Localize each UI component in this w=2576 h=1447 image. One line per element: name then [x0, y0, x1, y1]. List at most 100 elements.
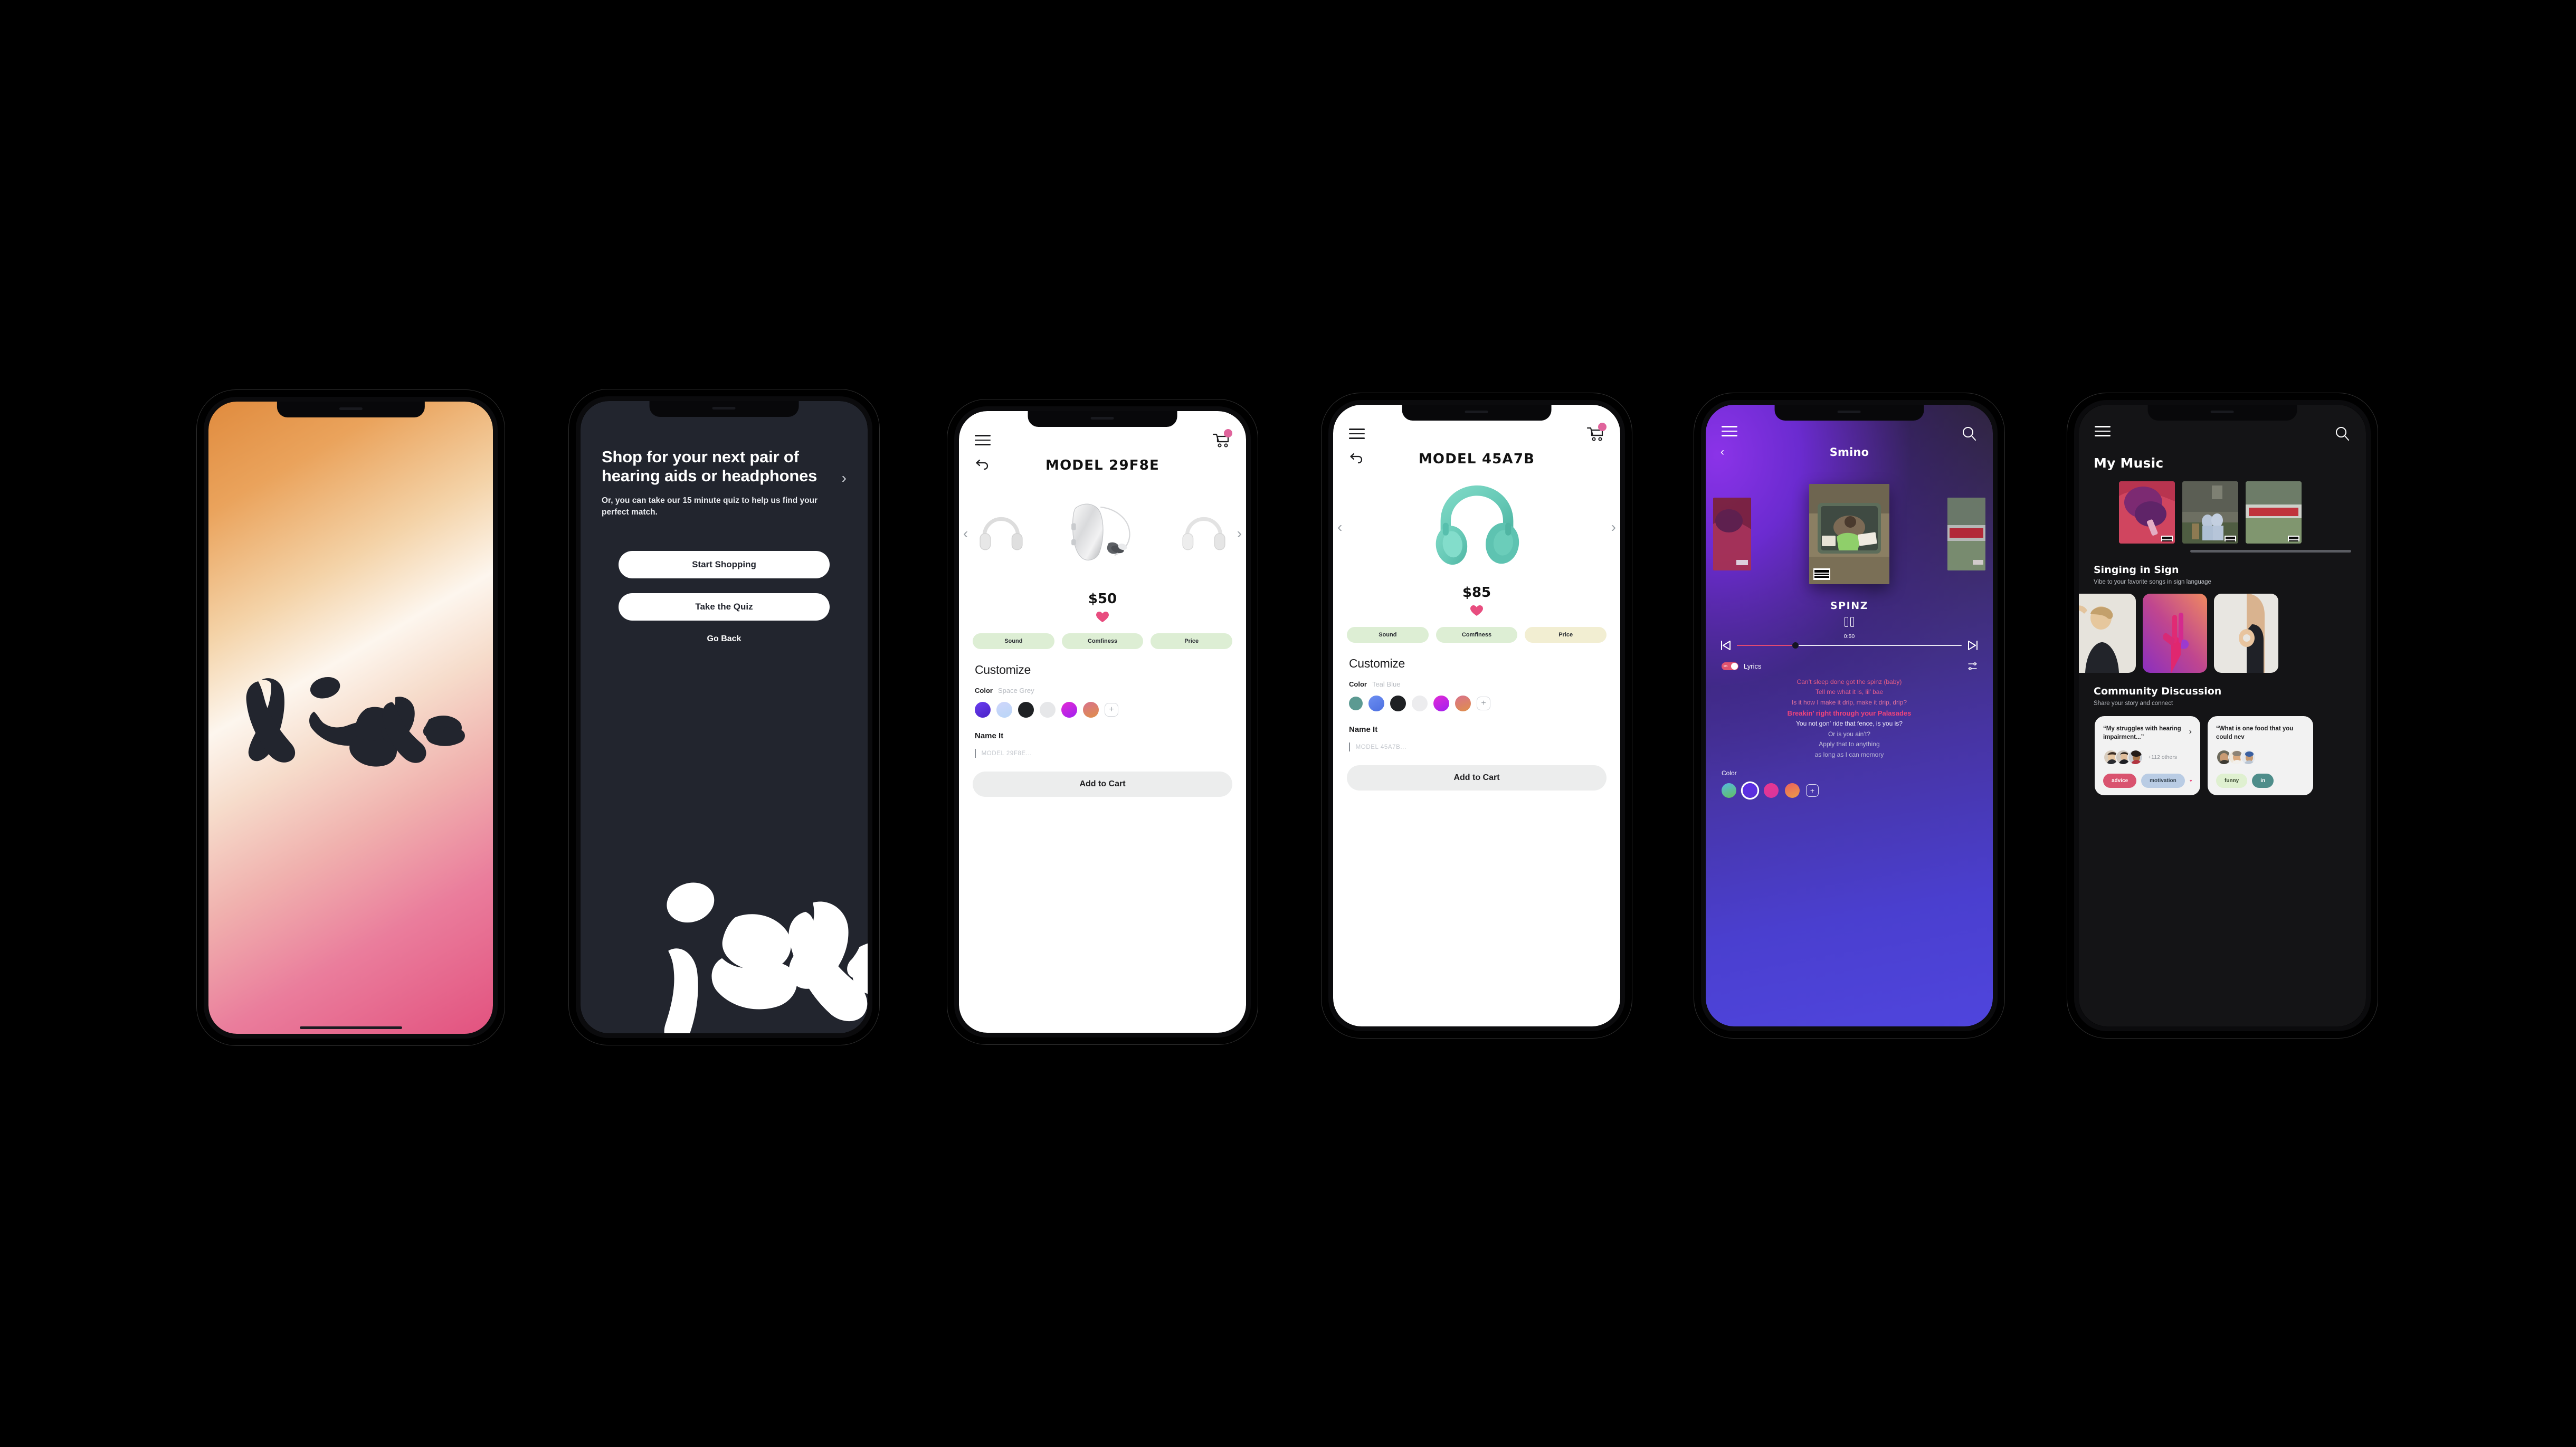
color-swatch-row[interactable]: + [975, 702, 1230, 718]
swatch-aqua-green[interactable] [1722, 783, 1736, 798]
skip-back-icon[interactable] [1720, 641, 1731, 650]
heart-icon[interactable] [2189, 775, 2192, 786]
others-count: +112 others [2148, 754, 2177, 760]
feature-pill-price[interactable]: Price [1151, 633, 1233, 649]
skip-forward-icon[interactable] [1967, 641, 1978, 650]
swatch-teal[interactable] [1349, 697, 1363, 710]
chevron-right-icon[interactable]: › [2189, 728, 2192, 736]
feature-pill-comfiness[interactable]: Comfiness [1061, 633, 1144, 649]
discussion-card[interactable]: “My struggles with hearing impairment...… [2095, 716, 2200, 795]
album-card[interactable] [2119, 481, 2175, 544]
add-to-cart-button[interactable]: Add to Cart [973, 772, 1232, 797]
swatch-black[interactable] [1390, 696, 1406, 711]
feature-pill-price[interactable]: Price [1525, 627, 1607, 643]
name-it-label: Name It [1349, 725, 1378, 734]
search-icon[interactable] [1961, 426, 1977, 442]
add-color-button[interactable]: + [1806, 784, 1819, 797]
carousel-next-icon[interactable]: › [1237, 525, 1242, 542]
album-carousel[interactable] [2079, 471, 2366, 544]
community-discussion-carousel[interactable]: “My struggles with hearing impairment...… [2079, 707, 2366, 795]
phone-1-splash [197, 390, 505, 1045]
product-hero-carousel[interactable]: ‹ › [959, 477, 1246, 590]
mixer-settings-icon[interactable] [1968, 662, 1977, 671]
swatch-magenta[interactable] [1061, 702, 1077, 718]
swatch-sunset[interactable] [1455, 696, 1471, 711]
feature-pill-sound[interactable]: Sound [1347, 627, 1429, 643]
product-screen: MODEL 29F8E ‹ › $50 Sound Comfiness Pric… [959, 411, 1246, 1033]
singing-in-sign-carousel[interactable] [2079, 585, 2366, 673]
tag-row: advice motivation [2103, 773, 2192, 788]
sign-video-card[interactable] [2079, 594, 2136, 673]
swatch-black[interactable] [1018, 702, 1034, 718]
cart-icon[interactable] [1212, 429, 1232, 448]
hamburger-icon[interactable] [975, 435, 991, 445]
color-value: Space Grey [997, 687, 1034, 694]
name-it-placeholder: MODEL 29F8E... [981, 750, 1032, 757]
swatch-pink[interactable] [1764, 783, 1779, 798]
swatch-periwinkle[interactable] [996, 702, 1012, 718]
progress-slider[interactable] [1737, 642, 1962, 649]
tag-funny[interactable]: funny [2216, 773, 2248, 788]
discussion-quote: “What is one food that you could nev [2216, 726, 2294, 741]
swatch-purple[interactable] [975, 702, 991, 718]
lyrics-toggle[interactable]: On [1722, 662, 1738, 670]
swatch-white[interactable] [1412, 696, 1428, 711]
feature-pill-comfiness[interactable]: Comfiness [1436, 627, 1518, 643]
hearing-aid-product-image [1071, 503, 1130, 560]
player-color-section: Color + [1706, 760, 1993, 798]
tag-row: funny in [2216, 773, 2305, 788]
progress-knob[interactable] [1792, 642, 1799, 649]
add-color-button[interactable]: + [1105, 703, 1118, 717]
device-notch [649, 401, 799, 417]
tag-motivation[interactable]: motivation [2141, 773, 2185, 788]
add-color-button[interactable]: + [1477, 697, 1490, 710]
swatch-sunset[interactable] [1083, 702, 1099, 718]
carousel-prev-icon[interactable]: ‹ [963, 525, 968, 542]
discussion-card[interactable]: “What is one food that you could nev fun… [2208, 716, 2313, 795]
hamburger-icon[interactable] [2095, 426, 2111, 436]
album-card[interactable] [2182, 481, 2238, 544]
swatch-white[interactable] [1040, 702, 1056, 718]
start-shopping-button[interactable]: Start Shopping [619, 551, 830, 578]
hamburger-icon[interactable] [1349, 429, 1365, 439]
name-it-input[interactable]: MODEL 45A7B... [1349, 742, 1604, 751]
page-title: My Music [2094, 455, 2164, 471]
album-cover-prev[interactable] [1713, 498, 1751, 570]
hamburger-icon[interactable] [1722, 426, 1737, 436]
swatch-orange[interactable] [1785, 783, 1800, 798]
tag-advice[interactable]: advice [2103, 773, 2137, 788]
album-cover-next[interactable] [1947, 498, 1985, 570]
album-cover-current[interactable] [1809, 484, 1889, 584]
pause-button[interactable] [1706, 617, 1993, 627]
album-card[interactable] [2246, 481, 2302, 544]
carousel-prev-icon[interactable]: ‹ [1337, 519, 1342, 536]
color-swatch-row[interactable]: + [1349, 696, 1604, 711]
search-icon[interactable] [2334, 426, 2350, 442]
swatch-indigo-selected[interactable] [1743, 783, 1757, 798]
take-the-quiz-button[interactable]: Take the Quiz [619, 593, 830, 621]
artist-name: Smino [1829, 446, 1869, 459]
tag-truncated[interactable]: in [2252, 773, 2274, 788]
carousel-next-icon[interactable]: › [1611, 519, 1616, 536]
swatch-blue[interactable] [1368, 696, 1384, 711]
avatar-group: +112 others [2103, 749, 2192, 765]
go-back-link[interactable]: Go Back [602, 634, 847, 644]
feature-pill-sound[interactable]: Sound [973, 633, 1054, 649]
swatch-magenta[interactable] [1433, 696, 1449, 711]
sign-video-card-featured[interactable] [2143, 594, 2207, 673]
cart-icon[interactable] [1586, 423, 1607, 442]
heart-icon[interactable] [1470, 605, 1484, 616]
player-swatch-row[interactable]: + [1722, 783, 1977, 798]
sign-video-card[interactable] [2214, 594, 2278, 673]
heart-icon[interactable] [1096, 611, 1109, 623]
mockup-stage: Shop for your next pair of hearing aids … [0, 0, 2576, 1447]
text-caret [1349, 742, 1350, 751]
chevron-right-icon[interactable]: › [842, 471, 847, 485]
album-cover-carousel[interactable] [1706, 477, 1993, 592]
name-it-input[interactable]: MODEL 29F8E... [975, 749, 1230, 758]
add-to-cart-button[interactable]: Add to Cart [1347, 765, 1607, 791]
feature-pill-row: Sound Comfiness Price [959, 633, 1246, 649]
feature-pill-row: Sound Comfiness Price [1333, 627, 1620, 643]
product-hero-carousel[interactable]: ‹ › [1333, 470, 1620, 584]
discussion-quote: “My struggles with hearing impairment...… [2103, 726, 2181, 741]
